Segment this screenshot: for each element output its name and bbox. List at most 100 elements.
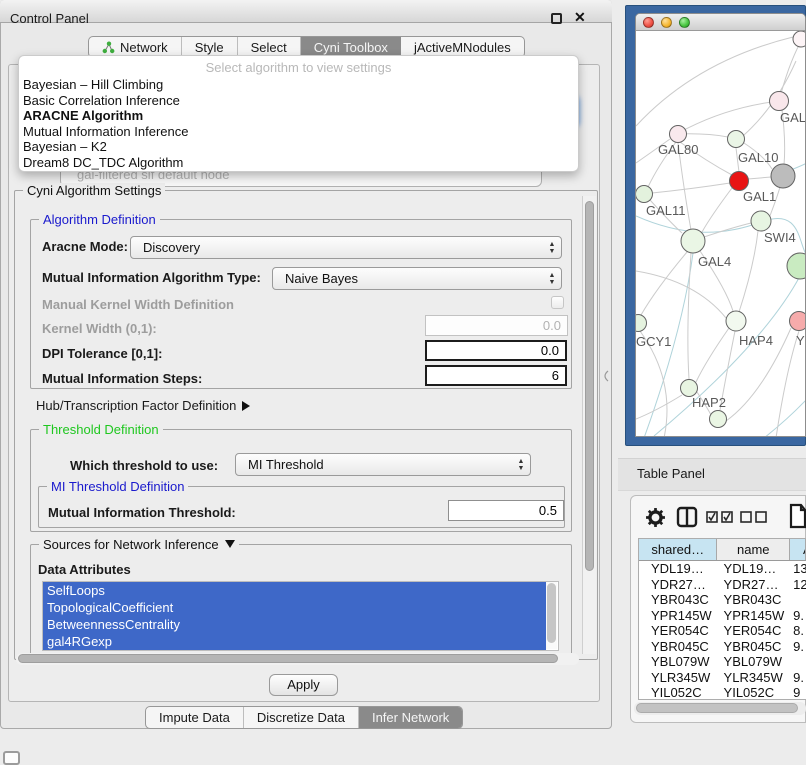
algorithm-option[interactable]: Mutual Information Inference — [19, 124, 578, 140]
network-node[interactable] — [681, 380, 698, 397]
table-cell[interactable]: YBR043C — [718, 592, 791, 608]
minimize-traffic-light[interactable] — [661, 17, 672, 28]
kernel-width-field[interactable]: 0.0 — [425, 315, 568, 336]
table-horizontal-scrollbar[interactable] — [634, 702, 806, 715]
table-row[interactable]: YDR27…YDR27…12 — [639, 577, 806, 593]
float-window-icon[interactable] — [551, 13, 562, 24]
document-icon[interactable] — [789, 503, 806, 529]
column-header-name[interactable]: name — [717, 539, 790, 560]
apply-button[interactable]: Apply — [269, 674, 338, 696]
attribute-list-item[interactable]: TopologicalCoefficient — [43, 599, 546, 616]
table-cell[interactable]: YDR27… — [718, 577, 791, 593]
network-node[interactable] — [636, 315, 647, 332]
zoom-traffic-light[interactable] — [679, 17, 690, 28]
scrollbar-thumb[interactable] — [585, 201, 594, 571]
table-cell[interactable]: YBR045C — [718, 639, 791, 655]
panel-splitter-handle[interactable] — [601, 370, 611, 382]
network-node[interactable] — [790, 312, 806, 331]
attribute-list-item[interactable]: SelfLoops — [43, 582, 546, 599]
dpi-tolerance-field[interactable]: 0.0 — [425, 340, 567, 361]
table-row[interactable]: YBR043CYBR043C — [639, 592, 806, 608]
table-row[interactable]: YBL079WYBL079W — [639, 654, 806, 670]
tab-jactivemnodules[interactable]: jActiveMNodules — [401, 37, 524, 57]
network-node[interactable] — [793, 31, 806, 47]
gear-icon[interactable] — [645, 507, 666, 528]
table-cell[interactable]: 9. — [790, 639, 806, 655]
table-cell[interactable]: 9. — [790, 670, 806, 686]
scrollbar-thumb[interactable] — [636, 703, 798, 713]
network-canvas[interactable]: GALGAL80GAL10GAL1GAL11SWI4GAL4GCY1HAP4YH… — [636, 31, 806, 437]
mi-type-combo[interactable]: Naive Bayes ▲▼ — [272, 267, 562, 290]
table-cell[interactable]: YER054C — [718, 623, 791, 639]
table-cell[interactable]: 8. — [790, 623, 806, 639]
settings-horizontal-scrollbar[interactable] — [16, 653, 579, 665]
close-traffic-light[interactable] — [643, 17, 654, 28]
algorithm-option[interactable]: ARACNE Algorithm — [19, 108, 578, 124]
table-cell[interactable]: YBL079W — [639, 654, 718, 670]
hub-definition-toggle[interactable]: Hub/Transcription Factor Definition — [36, 398, 250, 413]
mi-threshold-field[interactable]: 0.5 — [448, 500, 564, 521]
table-cell[interactable]: YIL052C — [639, 685, 718, 700]
table-cell[interactable]: YPR145W — [639, 608, 718, 624]
corner-panel-icon[interactable] — [3, 751, 20, 765]
network-node[interactable] — [730, 172, 749, 191]
tab-discretize-data[interactable]: Discretize Data — [244, 707, 359, 728]
network-node[interactable] — [710, 411, 727, 428]
settings-vertical-scrollbar[interactable] — [582, 196, 596, 654]
table-cell[interactable]: 13 — [790, 561, 806, 577]
select-all-checkboxes-icon[interactable] — [706, 511, 734, 524]
network-node[interactable] — [770, 92, 789, 111]
table-cell[interactable]: YIL052C — [718, 685, 791, 700]
algorithm-option[interactable]: Bayesian – Hill Climbing — [19, 77, 578, 93]
table-cell[interactable]: YLR345W — [639, 670, 718, 686]
table-cell[interactable]: YBR045C — [639, 639, 718, 655]
tab-impute-data[interactable]: Impute Data — [146, 707, 244, 728]
algorithm-option[interactable]: Basic Correlation Inference — [19, 93, 578, 109]
tab-select[interactable]: Select — [238, 37, 301, 57]
attribute-list-item[interactable]: gal4RGexp — [43, 633, 546, 650]
network-node[interactable] — [751, 211, 771, 231]
table-cell[interactable]: YLR345W — [718, 670, 791, 686]
mi-steps-field[interactable]: 6 — [425, 365, 567, 386]
column-header-partial[interactable]: A — [790, 539, 806, 560]
network-node[interactable] — [771, 164, 795, 188]
table-row[interactable]: YLR345WYLR345W9. — [639, 670, 806, 686]
table-cell[interactable]: 9 — [790, 685, 806, 700]
manual-kernel-checkbox[interactable] — [551, 296, 564, 309]
column-header-shared-name[interactable]: shared… — [639, 539, 717, 560]
table-row[interactable]: YBR045CYBR045C9. — [639, 639, 806, 655]
columns-icon[interactable] — [676, 506, 698, 528]
network-node[interactable] — [681, 229, 705, 253]
table-cell[interactable]: 12 — [790, 577, 806, 593]
scrollbar-thumb[interactable] — [547, 583, 556, 643]
table-cell[interactable] — [790, 592, 806, 608]
table-cell[interactable]: YDR27… — [639, 577, 718, 593]
tab-style[interactable]: Style — [182, 37, 238, 57]
data-attributes-list[interactable]: SelfLoopsTopologicalCoefficientBetweenne… — [42, 581, 559, 651]
table-cell[interactable]: YDL19… — [639, 561, 718, 577]
network-node[interactable] — [787, 253, 806, 279]
table-cell[interactable]: YDL19… — [718, 561, 791, 577]
network-node[interactable] — [726, 311, 746, 331]
table-cell[interactable]: YBR043C — [639, 592, 718, 608]
tab-cyni-toolbox[interactable]: Cyni Toolbox — [301, 37, 401, 57]
network-node[interactable] — [728, 131, 745, 148]
table-row[interactable]: YIL052CYIL052C9 — [639, 685, 806, 700]
table-row[interactable]: YPR145WYPR145W9. — [639, 608, 806, 624]
network-node[interactable] — [670, 126, 687, 143]
attributes-scrollbar[interactable] — [546, 582, 557, 649]
table-row[interactable]: YER054CYER054C8. — [639, 623, 806, 639]
which-threshold-combo[interactable]: MI Threshold ▲▼ — [235, 453, 531, 476]
table-cell[interactable]: YER054C — [639, 623, 718, 639]
network-node[interactable] — [636, 186, 653, 203]
algorithm-option[interactable]: Dream8 DC_TDC Algorithm — [19, 155, 578, 171]
table-cell[interactable] — [790, 654, 806, 670]
aracne-mode-combo[interactable]: Discovery ▲▼ — [130, 236, 562, 259]
scrollbar-thumb[interactable] — [18, 654, 558, 663]
attribute-list-item[interactable]: BetweennessCentrality — [43, 616, 546, 633]
sources-toggle[interactable]: Sources for Network Inference — [39, 537, 239, 552]
close-icon[interactable]: ✕ — [574, 9, 586, 26]
table-row[interactable]: YDL19…YDL19…13 — [639, 561, 806, 577]
deselect-all-checkboxes-icon[interactable] — [740, 511, 768, 524]
table-cell[interactable]: 9. — [790, 608, 806, 624]
